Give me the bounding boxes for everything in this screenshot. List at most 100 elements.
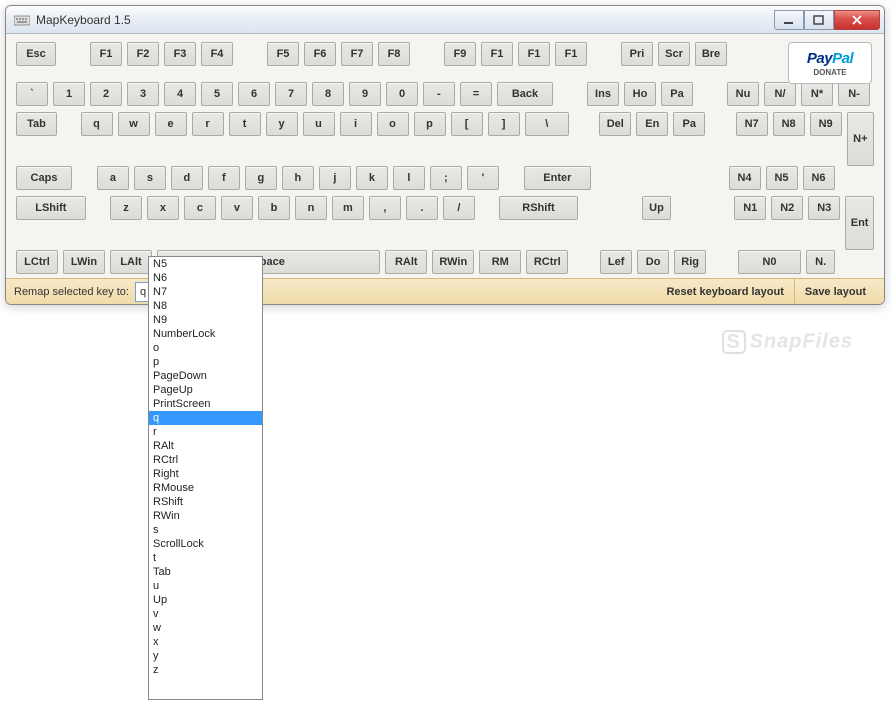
key-[interactable]: [: [451, 112, 483, 136]
reset-layout-button[interactable]: Reset keyboard layout: [656, 279, 793, 305]
key-c[interactable]: c: [184, 196, 216, 220]
key-x[interactable]: x: [147, 196, 179, 220]
key-n8[interactable]: N8: [773, 112, 805, 136]
dropdown-item[interactable]: PrintScreen: [149, 397, 262, 411]
key-ins[interactable]: Ins: [587, 82, 619, 106]
key-f2[interactable]: F2: [127, 42, 159, 66]
key-do[interactable]: Do: [637, 250, 669, 274]
key-0[interactable]: 0: [386, 82, 418, 106]
titlebar[interactable]: MapKeyboard 1.5: [6, 6, 884, 34]
key-n3[interactable]: N3: [808, 196, 840, 220]
key-scr[interactable]: Scr: [658, 42, 690, 66]
key-n1[interactable]: N1: [734, 196, 766, 220]
key-e[interactable]: e: [155, 112, 187, 136]
key-[interactable]: /: [443, 196, 475, 220]
maximize-button[interactable]: [804, 10, 834, 30]
key-4[interactable]: 4: [164, 82, 196, 106]
dropdown-item[interactable]: w: [149, 621, 262, 635]
dropdown-item[interactable]: x: [149, 635, 262, 649]
dropdown-item[interactable]: RWin: [149, 509, 262, 523]
dropdown-item[interactable]: ScrollLock: [149, 537, 262, 551]
close-button[interactable]: [834, 10, 880, 30]
key-o[interactable]: o: [377, 112, 409, 136]
key-b[interactable]: b: [258, 196, 290, 220]
key-[interactable]: ,: [369, 196, 401, 220]
key-f1[interactable]: F1: [555, 42, 587, 66]
key-f[interactable]: f: [208, 166, 240, 190]
key-pa[interactable]: Pa: [673, 112, 705, 136]
key-w[interactable]: w: [118, 112, 150, 136]
key-[interactable]: `: [16, 82, 48, 106]
key-t[interactable]: t: [229, 112, 261, 136]
dropdown-item[interactable]: s: [149, 523, 262, 537]
key-tab[interactable]: Tab: [16, 112, 57, 136]
key-back[interactable]: Back: [497, 82, 553, 106]
key-f4[interactable]: F4: [201, 42, 233, 66]
key-n[interactable]: N*: [801, 82, 833, 106]
dropdown-item[interactable]: z: [149, 663, 262, 677]
dropdown-item[interactable]: N6: [149, 271, 262, 285]
dropdown-item[interactable]: N5: [149, 257, 262, 271]
dropdown-item[interactable]: N8: [149, 299, 262, 313]
key-del[interactable]: Del: [599, 112, 631, 136]
dropdown-item[interactable]: y: [149, 649, 262, 663]
key-y[interactable]: y: [266, 112, 298, 136]
key-f3[interactable]: F3: [164, 42, 196, 66]
key-n7[interactable]: N7: [736, 112, 768, 136]
key-h[interactable]: h: [282, 166, 314, 190]
key-caps[interactable]: Caps: [16, 166, 72, 190]
key-f8[interactable]: F8: [378, 42, 410, 66]
key-2[interactable]: 2: [90, 82, 122, 106]
key-l[interactable]: l: [393, 166, 425, 190]
key-rig[interactable]: Rig: [674, 250, 706, 274]
key-f6[interactable]: F6: [304, 42, 336, 66]
key-n4[interactable]: N4: [729, 166, 761, 190]
key-lalt[interactable]: LAlt: [110, 250, 152, 274]
key-[interactable]: .: [406, 196, 438, 220]
dropdown-item[interactable]: Tab: [149, 565, 262, 579]
dropdown-item[interactable]: q: [149, 411, 262, 425]
minimize-button[interactable]: [774, 10, 804, 30]
dropdown-item[interactable]: Right: [149, 467, 262, 481]
key-f1[interactable]: F1: [481, 42, 513, 66]
key-i[interactable]: i: [340, 112, 372, 136]
key-u[interactable]: u: [303, 112, 335, 136]
remap-dropdown-list[interactable]: N5N6N7N8N9NumberLockopPageDownPageUpPrin…: [148, 256, 263, 700]
key-esc[interactable]: Esc: [16, 42, 56, 66]
key-k[interactable]: k: [356, 166, 388, 190]
key-bre[interactable]: Bre: [695, 42, 727, 66]
key-ho[interactable]: Ho: [624, 82, 656, 106]
dropdown-item[interactable]: PageDown: [149, 369, 262, 383]
key-[interactable]: -: [423, 82, 455, 106]
dropdown-item[interactable]: Up: [149, 593, 262, 607]
key-[interactable]: ;: [430, 166, 462, 190]
key-s[interactable]: s: [134, 166, 166, 190]
key-pri[interactable]: Pri: [621, 42, 653, 66]
key-n5[interactable]: N5: [766, 166, 798, 190]
key-[interactable]: ]: [488, 112, 520, 136]
key-rctrl[interactable]: RCtrl: [526, 250, 568, 274]
key-en[interactable]: En: [636, 112, 668, 136]
key-[interactable]: ': [467, 166, 499, 190]
key-d[interactable]: d: [171, 166, 203, 190]
dropdown-item[interactable]: RMouse: [149, 481, 262, 495]
key-lctrl[interactable]: LCtrl: [16, 250, 58, 274]
key-f1[interactable]: F1: [90, 42, 122, 66]
key-enter[interactable]: Enter: [524, 166, 591, 190]
save-layout-button[interactable]: Save layout: [794, 279, 876, 305]
key-ralt[interactable]: RAlt: [385, 250, 427, 274]
key-j[interactable]: j: [319, 166, 351, 190]
key-f1[interactable]: F1: [518, 42, 550, 66]
dropdown-item[interactable]: t: [149, 551, 262, 565]
dropdown-item[interactable]: u: [149, 579, 262, 593]
key-backslash[interactable]: \: [525, 112, 569, 136]
dropdown-item[interactable]: RAlt: [149, 439, 262, 453]
key-nplus[interactable]: N+: [847, 112, 874, 166]
key-n[interactable]: n: [295, 196, 327, 220]
paypal-donate-button[interactable]: PayPal DONATE: [788, 42, 872, 84]
dropdown-item[interactable]: r: [149, 425, 262, 439]
key-ent[interactable]: Ent: [845, 196, 874, 250]
key-[interactable]: =: [460, 82, 492, 106]
key-7[interactable]: 7: [275, 82, 307, 106]
key-up[interactable]: Up: [642, 196, 671, 220]
